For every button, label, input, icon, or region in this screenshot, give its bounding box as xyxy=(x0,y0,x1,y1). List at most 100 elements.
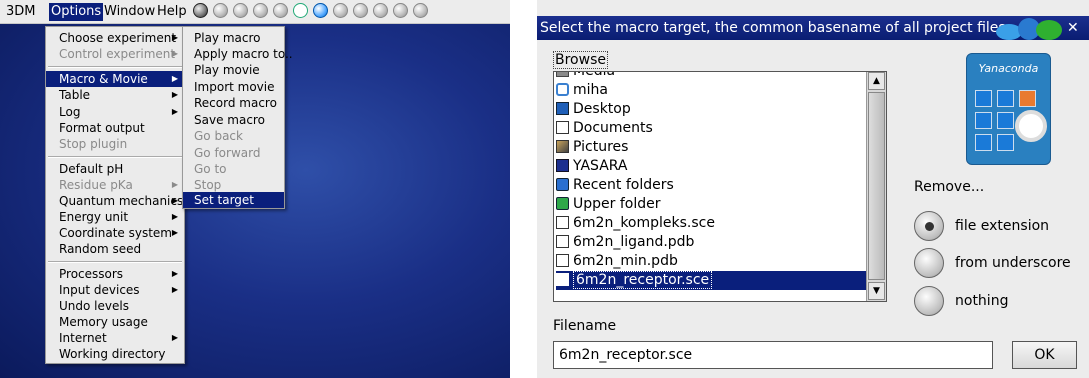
sphere-icon[interactable] xyxy=(273,3,288,18)
list-item[interactable]: 6m2n_ligand.pdb xyxy=(556,233,866,252)
submenu-arrow-icon: ▶ xyxy=(171,90,178,99)
close-icon[interactable]: ✕ xyxy=(1067,16,1079,40)
menu-window[interactable]: Window xyxy=(102,3,157,21)
menu-item-control-experiment[interactable]: Control experiment ▶ xyxy=(46,46,184,62)
menu-item-undo-levels[interactable]: Undo levels xyxy=(46,298,184,314)
yasara-main-window: 3DM Options Window Help Choose experimen… xyxy=(0,0,510,378)
menu-item-go-forward[interactable]: Go forward xyxy=(183,145,284,161)
menu-separator xyxy=(48,261,182,263)
desktop-icon xyxy=(556,102,569,115)
sphere-icon[interactable] xyxy=(373,3,388,18)
radio-file-extension[interactable] xyxy=(914,211,944,241)
submenu-arrow-icon: ▶ xyxy=(171,49,178,58)
save-icon[interactable] xyxy=(253,3,268,18)
menu-item-input-devices[interactable]: Input devices ▶ xyxy=(46,282,184,298)
list-item[interactable]: miha xyxy=(556,81,866,100)
list-item[interactable]: 6m2n_kompleks.sce xyxy=(556,214,866,233)
submenu-arrow-icon: ▶ xyxy=(171,269,178,278)
list-item[interactable]: Pictures xyxy=(556,138,866,157)
menu-item-play-movie[interactable]: Play movie xyxy=(183,62,284,78)
yanaconda-logo: Yanaconda xyxy=(966,53,1051,165)
sphere-icon[interactable] xyxy=(333,3,348,18)
tile-icon xyxy=(997,134,1014,151)
menu-item-macro-movie[interactable]: Macro & Movie ▶ xyxy=(46,71,184,87)
scroll-up-icon[interactable]: ▲ xyxy=(868,72,885,90)
menu-options[interactable]: Options xyxy=(49,3,104,21)
menu-item-go-back[interactable]: Go back xyxy=(183,128,284,144)
file-icon xyxy=(556,235,569,248)
sphere-icon[interactable] xyxy=(233,3,248,18)
menu-item-coordinate-system[interactable]: Coordinate system ▶ xyxy=(46,225,184,241)
menu-item-energy-unit[interactable]: Energy unit ▶ xyxy=(46,209,184,225)
menu-separator xyxy=(48,156,182,158)
menu-item-table[interactable]: Table ▶ xyxy=(46,87,184,103)
list-item[interactable]: Documents xyxy=(556,119,866,138)
radio-from-underscore[interactable] xyxy=(914,248,944,278)
sphere-icon[interactable] xyxy=(353,3,368,18)
sphere-icon[interactable] xyxy=(213,3,228,18)
menu-item-default-ph[interactable]: Default pH xyxy=(46,161,184,177)
menu-item-stop[interactable]: Stop xyxy=(183,177,284,193)
file-icon xyxy=(556,216,569,229)
menu-separator xyxy=(48,66,182,68)
drive-icon xyxy=(556,72,569,77)
menu-item-memory-usage[interactable]: Memory usage xyxy=(46,314,184,330)
list-item[interactable]: YASARA xyxy=(556,157,866,176)
list-item[interactable]: 6m2n_min.pdb xyxy=(556,252,866,271)
filename-label: Filename xyxy=(553,318,617,334)
menu-item-set-target[interactable]: Set target xyxy=(183,192,284,208)
tile-icon xyxy=(975,112,992,129)
submenu-arrow-icon: ▶ xyxy=(171,107,178,116)
list-item[interactable]: Recent folders xyxy=(556,176,866,195)
scrollbar-thumb[interactable] xyxy=(868,92,885,280)
submenu-arrow-icon: ▶ xyxy=(171,180,178,189)
menu-item-play-macro[interactable]: Play macro xyxy=(183,30,284,46)
radio-nothing[interactable] xyxy=(914,286,944,316)
list-item-selected[interactable]: 6m2n_receptor.sce xyxy=(556,271,866,290)
list-item[interactable]: Desktop xyxy=(556,100,866,119)
list-item[interactable]: Upper folder xyxy=(556,195,866,214)
sphere-icon[interactable] xyxy=(393,3,408,18)
ok-button[interactable]: OK xyxy=(1012,341,1077,369)
menu-item-format-output[interactable]: Format output xyxy=(46,120,184,136)
menu-item-quantum-mechanics[interactable]: Quantum mechanics ▶ xyxy=(46,193,184,209)
dialog-titlebar: Select the macro target, the common base… xyxy=(537,16,1089,40)
menu-item-random-seed[interactable]: Random seed xyxy=(46,241,184,257)
white-circle-icon[interactable] xyxy=(293,3,308,18)
blue-sphere-icon[interactable] xyxy=(313,3,328,18)
radio-dot-icon xyxy=(925,222,934,231)
radio-label-file-extension[interactable]: file extension xyxy=(955,218,1049,234)
scrollbar[interactable]: ▲ ▼ xyxy=(866,72,886,301)
menu-item-record-macro[interactable]: Record macro xyxy=(183,95,284,111)
submenu-arrow-icon: ▶ xyxy=(171,212,178,221)
yasara-icon xyxy=(556,159,569,172)
list-item[interactable]: Media xyxy=(556,72,866,81)
file-dialog: Select the macro target, the common base… xyxy=(537,0,1089,378)
options-menu: Choose experiment ▶ Control experiment ▶ M… xyxy=(45,26,185,364)
menu-item-go-to[interactable]: Go to xyxy=(183,161,284,177)
tile-icon xyxy=(997,90,1014,107)
menu-item-stop-plugin[interactable]: Stop plugin xyxy=(46,136,184,152)
menu-item-log[interactable]: Log ▶ xyxy=(46,104,184,120)
menu-3dm[interactable]: 3DM xyxy=(4,3,38,21)
file-list[interactable]: Media miha Desktop Documents Pictures YA… xyxy=(553,71,887,302)
browse-label[interactable]: Browse xyxy=(553,51,608,69)
menu-item-save-macro[interactable]: Save macro xyxy=(183,112,284,128)
radio-label-nothing[interactable]: nothing xyxy=(955,293,1008,309)
radio-label-from-underscore[interactable]: from underscore xyxy=(955,255,1071,271)
file-icon xyxy=(556,254,569,267)
gear-icon[interactable] xyxy=(193,3,208,18)
menu-item-apply-macro[interactable]: Apply macro to.. xyxy=(183,46,293,62)
scroll-down-icon[interactable]: ▼ xyxy=(868,282,885,300)
black-sphere-icon[interactable] xyxy=(413,3,428,18)
tile-icon xyxy=(975,90,992,107)
filename-input[interactable]: 6m2n_receptor.sce xyxy=(553,341,993,369)
menu-item-internet[interactable]: Internet ▶ xyxy=(46,330,184,346)
home-folder-icon xyxy=(556,83,569,96)
menu-item-choose-experiment[interactable]: Choose experiment ▶ xyxy=(46,30,184,46)
menu-item-residue-pka[interactable]: Residue pKa ▶ xyxy=(46,177,184,193)
menu-help[interactable]: Help xyxy=(155,3,189,21)
menu-item-processors[interactable]: Processors ▶ xyxy=(46,266,184,282)
menu-item-import-movie[interactable]: Import movie xyxy=(183,79,284,95)
menu-item-working-directory[interactable]: Working directory xyxy=(46,346,184,362)
